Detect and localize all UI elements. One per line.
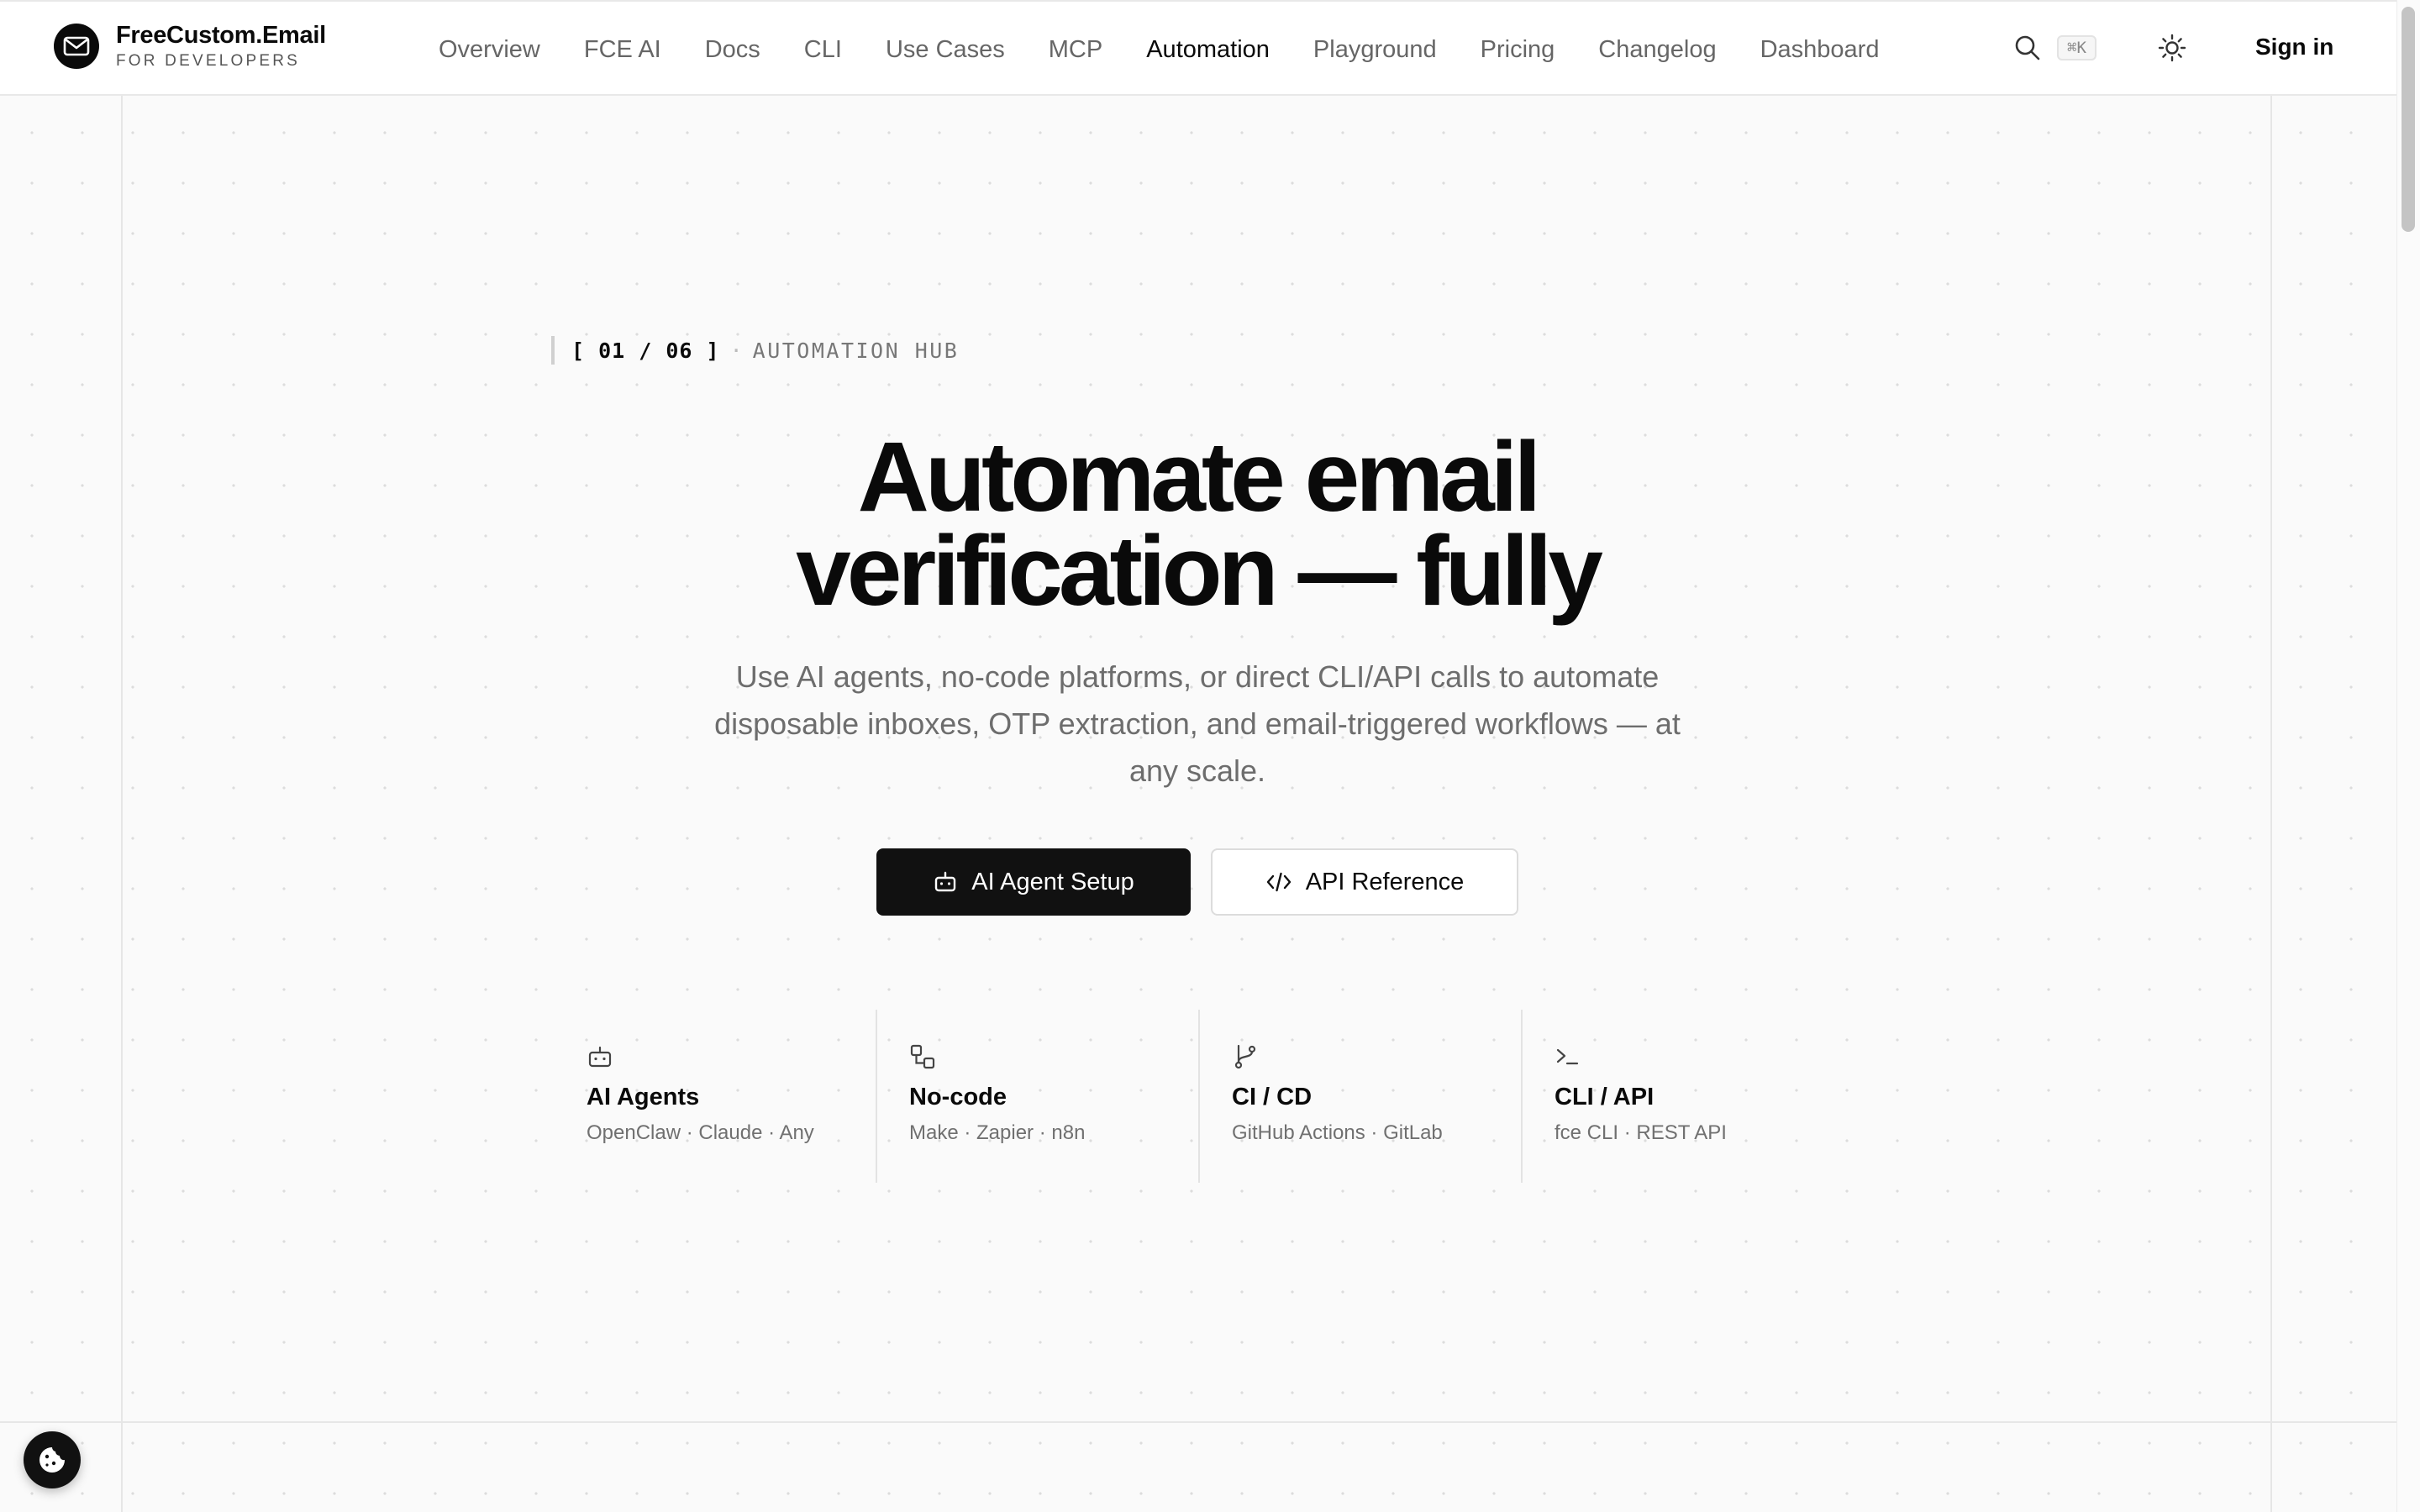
cookie-icon xyxy=(39,1447,65,1473)
nav-use-cases[interactable]: Use Cases xyxy=(886,36,1005,64)
page-title: Automate email verification — fully xyxy=(655,428,1739,621)
feature-ci-cd: CI / CD GitHub Actions · GitLab xyxy=(1200,1010,1523,1183)
nav-cli[interactable]: CLI xyxy=(804,36,842,64)
search-icon[interactable] xyxy=(2013,34,2042,62)
feature-no-code: No-code Make · Zapier · n8n xyxy=(877,1010,1200,1183)
api-reference-label: API Reference xyxy=(1305,868,1465,895)
feature-subtitle: fce CLI · REST API xyxy=(1555,1121,1727,1144)
nav-docs[interactable]: Docs xyxy=(705,36,760,64)
section-counter: [ 01 / 06 ] xyxy=(571,338,720,363)
nav-automation[interactable]: Automation xyxy=(1146,36,1270,64)
brand-name: FreeCustom.Email xyxy=(116,22,326,49)
feature-cli-api: CLI / API fce CLI · REST API xyxy=(1523,1010,1845,1183)
feature-title: CLI / API xyxy=(1555,1084,1655,1110)
feature-title: No-code xyxy=(909,1084,1007,1110)
eyebrow-separator: · xyxy=(729,338,743,363)
terminal-icon xyxy=(1555,1043,1581,1070)
feature-strip: AI Agents OpenClaw · Claude · Any No-cod… xyxy=(555,1010,1845,1183)
nav-fce-ai[interactable]: FCE AI xyxy=(584,36,661,64)
feature-subtitle: OpenClaw · Claude · Any xyxy=(587,1121,814,1144)
api-reference-button[interactable]: API Reference xyxy=(1211,848,1518,916)
ai-agent-setup-label: AI Agent Setup xyxy=(971,868,1134,895)
scrollbar-thumb[interactable] xyxy=(2402,7,2415,232)
ai-agent-setup-button[interactable]: AI Agent Setup xyxy=(876,848,1191,916)
nav-overview[interactable]: Overview xyxy=(439,36,540,64)
main-nav: Overview FCE AI Docs CLI Use Cases MCP A… xyxy=(439,2,1923,97)
git-branch-icon xyxy=(1232,1043,1259,1070)
feature-subtitle: GitHub Actions · GitLab xyxy=(1232,1121,1443,1144)
search-shortcut-badge: ⌘K xyxy=(2057,35,2096,60)
hero-description: Use AI agents, no-code platforms, or dir… xyxy=(714,659,1681,788)
guide-line-right xyxy=(2270,96,2272,1512)
brand-tagline: FOR DEVELOPERS xyxy=(116,52,301,70)
bot-icon xyxy=(587,1043,613,1070)
guide-line-left xyxy=(121,96,123,1512)
sign-in-button[interactable]: Sign in xyxy=(2255,34,2333,60)
feature-ai-agents: AI Agents OpenClaw · Claude · Any xyxy=(555,1010,877,1183)
section-divider xyxy=(0,1421,2396,1423)
nav-playground[interactable]: Playground xyxy=(1313,36,1437,64)
sun-icon[interactable] xyxy=(2158,34,2186,62)
code-icon xyxy=(1266,872,1291,892)
section-label: AUTOMATION HUB xyxy=(752,338,960,363)
workflow-icon xyxy=(909,1043,936,1070)
feature-subtitle: Make · Zapier · n8n xyxy=(909,1121,1086,1144)
cookie-settings-button[interactable] xyxy=(24,1431,81,1488)
section-eyebrow: [ 01 / 06 ] · AUTOMATION HUB xyxy=(551,336,959,365)
headline-line-2: verification — fully xyxy=(796,516,1603,627)
nav-changelog[interactable]: Changelog xyxy=(1598,36,1716,64)
nav-dashboard[interactable]: Dashboard xyxy=(1760,36,1880,64)
mail-icon xyxy=(54,24,99,69)
bot-icon xyxy=(935,871,956,892)
feature-title: CI / CD xyxy=(1232,1084,1313,1110)
feature-title: AI Agents xyxy=(587,1084,700,1110)
brand-logo[interactable]: FreeCustom.Email FOR DEVELOPERS xyxy=(54,24,326,69)
top-navbar: FreeCustom.Email FOR DEVELOPERS Overview… xyxy=(0,0,2396,96)
nav-pricing[interactable]: Pricing xyxy=(1481,36,1555,64)
nav-mcp[interactable]: MCP xyxy=(1049,36,1102,64)
